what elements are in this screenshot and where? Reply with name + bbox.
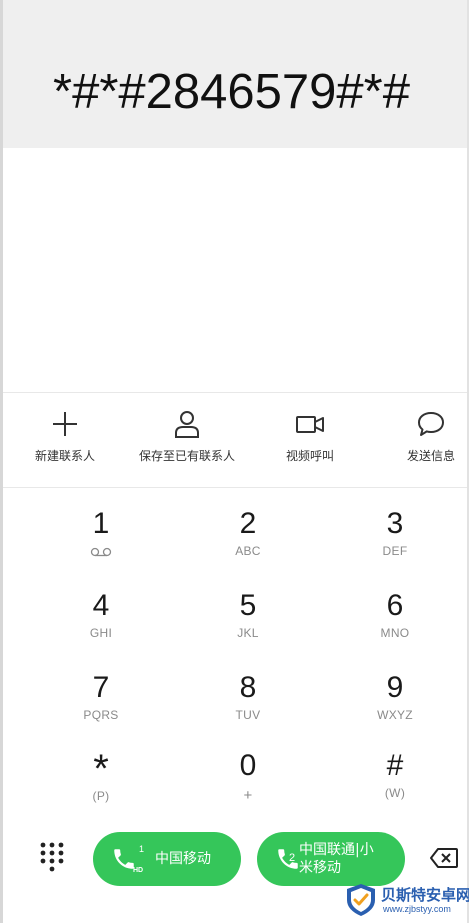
phone-dialer-screen: *#*#2846579#*# 新建联系人 保存至已有联系人 视频呼叫 发送信息 … xyxy=(0,0,469,923)
key-letters: PQRS xyxy=(83,708,119,722)
carrier-name-line2: 米移动 xyxy=(299,860,341,876)
key-letters: DEF xyxy=(382,544,408,558)
key-2[interactable]: 2 ABC xyxy=(188,507,308,587)
key-5[interactable]: 5 JKL xyxy=(188,589,308,669)
backspace-icon[interactable] xyxy=(429,847,459,869)
key-8[interactable]: 8 TUV xyxy=(188,671,308,751)
call-sim1-button[interactable]: 1 HD 中国移动 xyxy=(93,832,241,886)
suggestions-area xyxy=(3,148,467,392)
key-digit: 2 xyxy=(239,507,257,540)
send-message-button[interactable]: 发送信息 xyxy=(371,409,469,464)
chat-bubble-icon xyxy=(418,412,444,436)
key-digit: 5 xyxy=(239,589,257,622)
key-9[interactable]: 9 WXYZ xyxy=(335,671,455,751)
key-digit: 0 xyxy=(239,749,257,782)
key-letters: (W) xyxy=(384,786,406,800)
plus-icon xyxy=(53,412,77,436)
video-call-button[interactable]: 视频呼叫 xyxy=(250,409,370,464)
person-icon xyxy=(175,411,199,438)
voicemail-icon xyxy=(90,547,112,557)
key-0[interactable]: 0 + xyxy=(188,749,308,829)
save-to-existing-contact-button[interactable]: 保存至已有联系人 xyxy=(127,409,247,464)
key-letters: + xyxy=(243,787,253,804)
video-call-label: 视频呼叫 xyxy=(285,449,334,463)
key-hash[interactable]: # (W) xyxy=(335,749,455,829)
key-letters: GHI xyxy=(89,626,113,640)
key-4[interactable]: 4 GHI xyxy=(41,589,161,669)
key-digit: 4 xyxy=(92,589,110,622)
carrier-name-line1: 中国联通|小 xyxy=(299,842,374,858)
key-letters: JKL xyxy=(237,626,259,640)
key-digit: 1 xyxy=(92,507,110,540)
call-sim2-button[interactable]: 2 中国联通|小 米移动 xyxy=(257,832,405,886)
new-contact-button[interactable]: 新建联系人 xyxy=(5,409,125,464)
dialed-number[interactable]: *#*#2846579#*# xyxy=(53,64,410,120)
key-digit: 8 xyxy=(239,671,257,704)
quick-actions-bar: 新建联系人 保存至已有联系人 视频呼叫 发送信息 xyxy=(3,392,467,488)
save-to-existing-contact-label: 保存至已有联系人 xyxy=(138,449,235,463)
key-letters: TUV xyxy=(235,708,261,722)
video-camera-icon xyxy=(296,416,324,433)
dialed-number-display: *#*#2846579#*# xyxy=(3,0,467,148)
key-digit: * xyxy=(93,747,109,791)
key-digit: 3 xyxy=(386,507,404,540)
site-watermark: 贝斯特安卓网 www.zjbstyy.com xyxy=(343,882,469,920)
key-7[interactable]: 7 PQRS xyxy=(41,671,161,751)
key-letters: (P) xyxy=(92,789,110,803)
sim-number: 2 xyxy=(289,852,296,864)
shield-logo-icon xyxy=(347,884,375,916)
key-6[interactable]: 6 MNO xyxy=(335,589,455,669)
carrier-name: 中国移动 xyxy=(155,851,211,867)
key-digit: 6 xyxy=(386,589,404,622)
watermark-name: 贝斯特安卓网 xyxy=(381,886,469,904)
new-contact-label: 新建联系人 xyxy=(34,449,95,463)
send-message-label: 发送信息 xyxy=(406,449,455,463)
key-digit: 9 xyxy=(386,671,404,704)
watermark-url: www.zjbstyy.com xyxy=(383,904,451,914)
hd-badge: HD xyxy=(133,867,144,874)
sim-number: 1 xyxy=(139,844,145,854)
dialpad-icon[interactable] xyxy=(39,841,65,875)
key-letters: MNO xyxy=(380,626,410,640)
dial-keypad: 1 2 ABC 3 DEF 4 GHI 5 JKL 6 MNO 7 PQRS 8… xyxy=(3,487,467,823)
key-letters: WXYZ xyxy=(377,708,413,722)
key-letters: ABC xyxy=(235,544,261,558)
key-3[interactable]: 3 DEF xyxy=(335,507,455,587)
phone-icon xyxy=(278,849,298,869)
key-digit: 7 xyxy=(92,671,110,704)
key-digit: # xyxy=(386,749,404,782)
key-1[interactable]: 1 xyxy=(41,507,161,587)
key-star[interactable]: * (P) xyxy=(41,749,161,829)
